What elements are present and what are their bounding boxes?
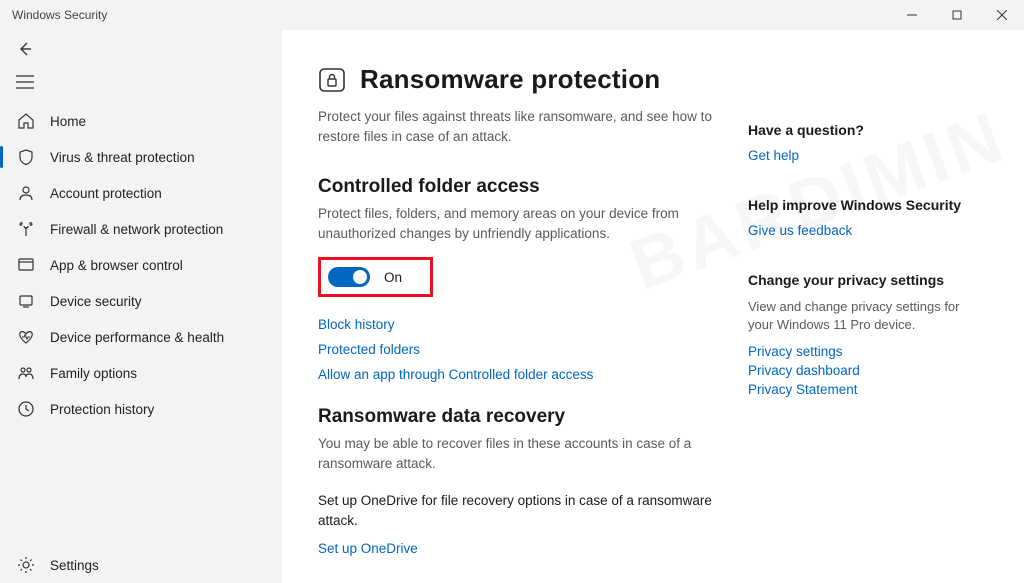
cfa-description: Protect files, folders, and memory areas… (318, 204, 714, 243)
app-title: Windows Security (12, 8, 107, 22)
sidebar: Home Virus & threat protection Account p… (0, 30, 282, 583)
link-privacy-statement[interactable]: Privacy Statement (748, 382, 978, 397)
sidebar-item-protection-history[interactable]: Protection history (0, 391, 282, 427)
link-block-history[interactable]: Block history (318, 317, 714, 332)
sidebar-item-device-security[interactable]: Device security (0, 283, 282, 319)
gear-icon (16, 555, 36, 575)
history-icon (16, 399, 36, 419)
aside-improve-heading: Help improve Windows Security (748, 197, 978, 213)
app-browser-icon (16, 255, 36, 275)
sidebar-item-family[interactable]: Family options (0, 355, 282, 391)
account-icon (16, 183, 36, 203)
close-button[interactable] (979, 0, 1024, 30)
aside-question-heading: Have a question? (748, 122, 978, 138)
sidebar-item-label: App & browser control (50, 258, 183, 273)
sidebar-item-label: Account protection (50, 186, 162, 201)
sidebar-item-label: Home (50, 114, 86, 129)
sidebar-item-label: Virus & threat protection (50, 150, 195, 165)
back-button[interactable] (16, 45, 34, 62)
firewall-icon (16, 219, 36, 239)
link-get-help[interactable]: Get help (748, 148, 978, 163)
sidebar-item-firewall[interactable]: Firewall & network protection (0, 211, 282, 247)
hamburger-button[interactable] (0, 67, 282, 97)
cfa-toggle[interactable] (328, 267, 370, 287)
cfa-toggle-label: On (384, 270, 402, 285)
sidebar-item-app-browser[interactable]: App & browser control (0, 247, 282, 283)
link-allow-app[interactable]: Allow an app through Controlled folder a… (318, 367, 714, 382)
recovery-description: You may be able to recover files in thes… (318, 434, 714, 473)
shield-icon (16, 147, 36, 167)
link-feedback[interactable]: Give us feedback (748, 223, 978, 238)
titlebar: Windows Security (0, 0, 1024, 30)
sidebar-item-label: Family options (50, 366, 137, 381)
sidebar-item-settings[interactable]: Settings (0, 547, 282, 583)
sidebar-item-label: Device security (50, 294, 142, 309)
link-setup-onedrive[interactable]: Set up OneDrive (318, 541, 714, 556)
aside: Have a question? Get help Help improve W… (748, 64, 978, 583)
window-controls (889, 0, 1024, 30)
page-description: Protect your files against threats like … (318, 107, 714, 146)
sidebar-item-device-performance[interactable]: Device performance & health (0, 319, 282, 355)
device-security-icon (16, 291, 36, 311)
sidebar-item-label: Firewall & network protection (50, 222, 223, 237)
main-content: BARDIMIN Ransomware protection Protect y… (282, 30, 1024, 583)
aside-privacy-heading: Change your privacy settings (748, 272, 978, 288)
recovery-heading: Ransomware data recovery (318, 406, 714, 428)
heart-icon (16, 327, 36, 347)
link-privacy-settings[interactable]: Privacy settings (748, 344, 978, 359)
page-header: Ransomware protection (318, 64, 714, 95)
cfa-toggle-highlight: On (318, 257, 433, 297)
sidebar-item-label: Settings (50, 558, 99, 573)
cfa-heading: Controlled folder access (318, 176, 714, 198)
link-protected-folders[interactable]: Protected folders (318, 342, 714, 357)
page-title: Ransomware protection (360, 64, 660, 95)
sidebar-item-label: Device performance & health (50, 330, 224, 345)
family-icon (16, 363, 36, 383)
ransomware-icon (318, 67, 346, 93)
sidebar-item-label: Protection history (50, 402, 154, 417)
link-privacy-dashboard[interactable]: Privacy dashboard (748, 363, 978, 378)
maximize-button[interactable] (934, 0, 979, 30)
sidebar-item-virus-threat[interactable]: Virus & threat protection (0, 139, 282, 175)
sidebar-item-account-protection[interactable]: Account protection (0, 175, 282, 211)
sidebar-item-home[interactable]: Home (0, 103, 282, 139)
onedrive-description: Set up OneDrive for file recovery option… (318, 491, 714, 530)
home-icon (16, 111, 36, 131)
minimize-button[interactable] (889, 0, 934, 30)
nav: Home Virus & threat protection Account p… (0, 103, 282, 427)
aside-privacy-desc: View and change privacy settings for you… (748, 298, 978, 334)
